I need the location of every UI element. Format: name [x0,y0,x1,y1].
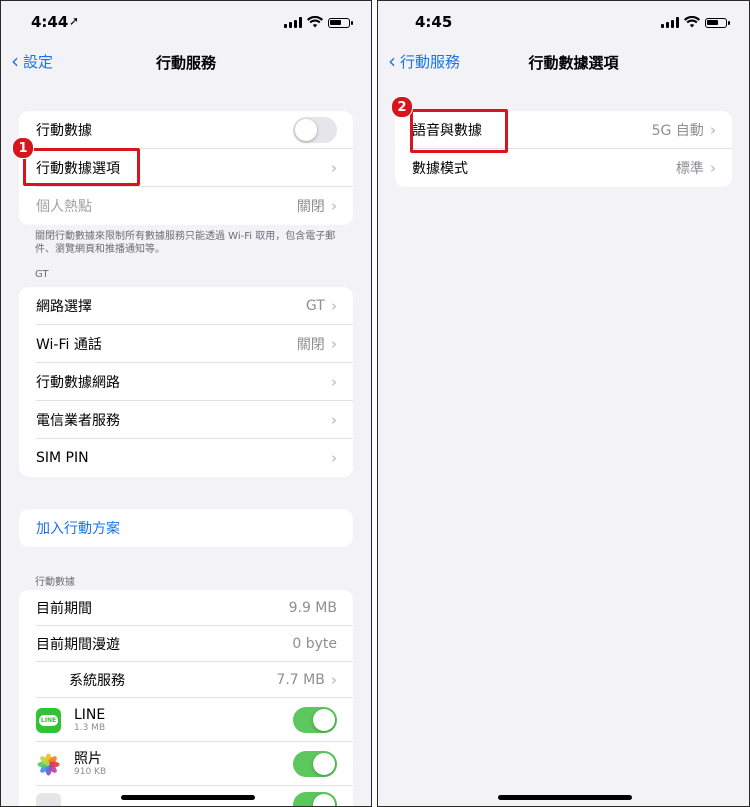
row-value: GT [305,298,325,314]
toggle-knob [313,709,335,731]
chevron-right-icon: › [330,297,337,315]
personal-hotspot-row[interactable]: 個人熱點 關閉 › [19,187,353,225]
home-indicator [498,795,632,800]
cellular-data-label: 行動數據 [36,123,92,139]
chevron-right-icon: › [330,449,337,467]
app-size: 910 KB [74,767,107,777]
carrier-group: 網路選擇 GT › Wi-Fi 通話 關閉 › 行動數據網路 › 電信業者服務 … [19,287,353,477]
cellular-footnote: 關閉行動數據來限制所有數據服務只能透過 Wi-Fi 取用，包含電子郵件、瀏覽網頁… [35,231,336,255]
toggle-knob [295,119,317,141]
nav-bar: ‹ 設定 行動服務 [1,45,371,79]
status-time: 4:45 [415,13,453,31]
current-period-label: 目前期間 [36,601,92,617]
add-plan-link[interactable]: 加入行動方案 [36,518,337,538]
status-time: 4:44 [31,13,69,31]
data-mode-value: 標準 [675,161,704,177]
chevron-right-icon: › [330,373,337,391]
personal-hotspot-label: 個人熱點 [36,199,92,215]
sim-pin-row[interactable]: SIM PIN › [19,439,353,477]
app-icon [36,792,61,806]
row-label: 電信業者服務 [36,413,120,429]
cellular-data-toggle[interactable] [293,117,337,143]
status-icons [661,16,730,28]
system-services-value: 7.7 MB [276,672,325,688]
carrier-section-header: GT [35,269,49,280]
add-plan-group: 加入行動方案 [19,509,353,547]
row-label: 行動數據網路 [36,375,120,391]
roaming-row: 目前期間漫遊 0 byte [19,626,353,662]
data-mode-label: 數據模式 [412,161,468,177]
roaming-value: 0 byte [292,636,337,652]
battery-icon [705,18,730,28]
location-icon: ➚ [69,14,80,28]
add-plan-row[interactable]: 加入行動方案 [19,509,353,547]
nav-bar: ‹ 行動服務 行動數據選項 [378,45,749,79]
app-size: 1.3 MB [74,723,106,733]
wifi-icon [307,16,323,28]
photos-app-icon [36,751,61,777]
data-usage-group: 目前期間 9.9 MB 目前期間漫遊 0 byte 系統服務 7.7 MB › … [19,590,353,806]
battery-icon [328,18,353,28]
current-period-value: 9.9 MB [288,600,337,616]
chevron-right-icon: › [330,335,337,353]
left-screen: 4:44 ➚ ‹ 設定 行動服務 行動數據 行動數據選項 › 個人熱點 關閉 ›… [0,0,372,807]
carrier-services-row[interactable]: 電信業者服務 › [19,401,353,439]
signal-icon [661,17,679,28]
status-icons [284,16,353,28]
chevron-right-icon: › [330,411,337,429]
app-name: LINE [74,707,106,723]
app-row-line: LINE LINE 1.3 MB [19,698,353,742]
app-row-photos: 照片 910 KB [19,742,353,786]
chevron-right-icon: › [330,159,337,177]
photos-data-toggle[interactable] [293,751,337,777]
wifi-calling-row[interactable]: Wi-Fi 通話 關閉 › [19,325,353,363]
highlight-box-2 [410,109,508,153]
cellular-data-network-row[interactable]: 行動數據網路 › [19,363,353,401]
row-label: 網路選擇 [36,299,92,315]
personal-hotspot-value: 關閉 [296,199,325,215]
chevron-right-icon: › [709,159,716,177]
current-period-row: 目前期間 9.9 MB [19,590,353,626]
app-data-toggle[interactable] [293,792,337,806]
chevron-right-icon: › [709,121,716,139]
toggle-knob [313,753,335,775]
chevron-right-icon: › [330,671,337,689]
data-mode-row[interactable]: 數據模式 標準 › [395,149,732,187]
line-app-icon: LINE [36,707,61,733]
data-usage-section-header: 行動數據 [35,577,75,588]
toggle-knob [313,794,335,806]
wifi-icon [684,16,700,28]
page-title: 行動服務 [155,54,216,72]
home-indicator [121,795,255,800]
roaming-label: 目前期間漫遊 [36,637,120,653]
app-info: 照片 910 KB [74,751,293,777]
photos-flower-icon [37,753,60,775]
row-label: SIM PIN [36,450,89,466]
app-name: 照片 [74,751,102,767]
status-bar: 4:44 ➚ [1,1,371,43]
line-data-toggle[interactable] [293,707,337,733]
row-value: 關閉 [296,337,325,353]
chevron-right-icon: › [330,197,337,215]
system-services-row[interactable]: 系統服務 7.7 MB › [19,662,353,698]
cellular-data-row: 行動數據 [19,111,353,149]
step-badge-2: 2 [391,96,413,118]
row-label: Wi-Fi 通話 [36,337,102,353]
app-info: LINE 1.3 MB [74,707,293,733]
signal-icon [284,17,302,28]
system-services-label: 系統服務 [69,673,125,689]
page-title: 行動數據選項 [528,54,619,72]
network-selection-row[interactable]: 網路選擇 GT › [19,287,353,325]
step-badge-1: 1 [12,137,34,159]
right-screen: 4:45 ‹ 行動服務 行動數據選項 語音與數據 5G 自動 › 數據模式 標準… [377,0,750,807]
voice-and-data-value: 5G 自動 [651,123,704,139]
highlight-box-1 [23,148,140,186]
status-bar: 4:45 [378,1,749,43]
